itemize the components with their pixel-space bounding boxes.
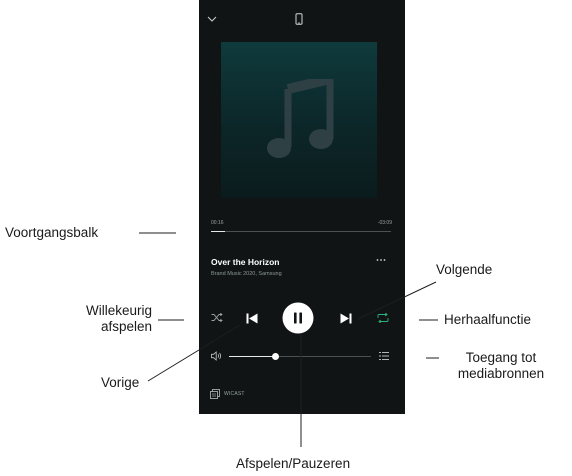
annotation-progress-bar: Voortgangsbalk [5, 225, 99, 240]
annotation-shuffle-line2: afspelen [100, 319, 152, 334]
annotation-repeat: Herhaalfunctie [444, 312, 532, 327]
annotation-shuffle: Willekeurig afspelen [47, 303, 152, 335]
annotation-next: Volgende [436, 262, 493, 277]
annotation-media-line2: mediabronnen [457, 366, 545, 381]
annotation-previous: Vorige [101, 375, 140, 390]
annotation-media-line1: Toegang tot [465, 350, 537, 365]
annotation-play-pause: Afspelen/Pauzeren [236, 456, 351, 471]
annotation-shuffle-line1: Willekeurig [85, 303, 152, 318]
annotation-media-sources: Toegang tot mediabronnen [440, 350, 562, 382]
